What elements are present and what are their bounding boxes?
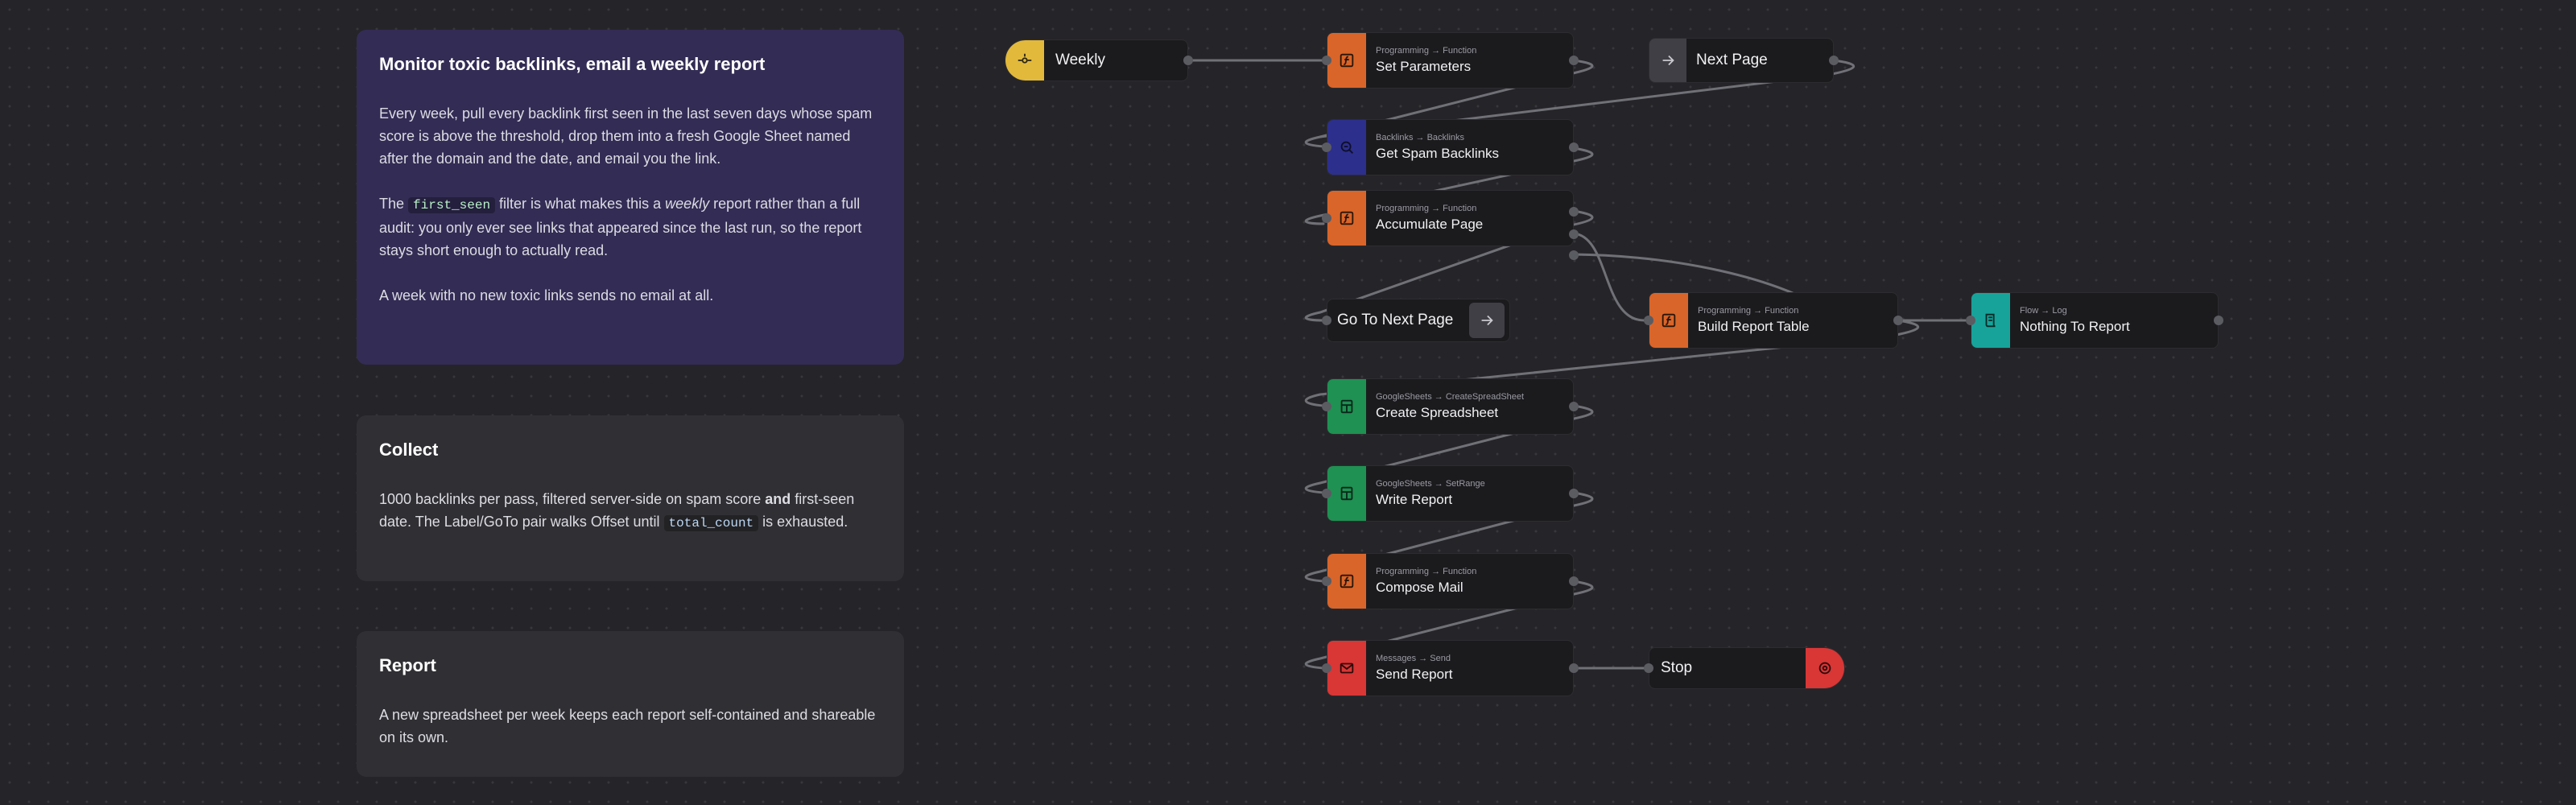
node-accumulate-page-output-port-2[interactable] xyxy=(1569,229,1579,239)
intro-note[interactable]: Monitor toxic backlinks, email a weekly … xyxy=(357,30,904,365)
node-send-report-subtitle: Messages → Send xyxy=(1376,654,1451,663)
node-go-to-next-page[interactable]: Go To Next Page xyxy=(1322,299,1510,342)
function-icon xyxy=(1327,33,1366,88)
arrow-right-icon xyxy=(1469,303,1505,338)
collect-note-paragraph: 1000 backlinks per pass, filtered server… xyxy=(379,491,855,531)
node-set-parameters[interactable]: Programming → Function Set Parameters xyxy=(1322,32,1579,89)
node-create-spreadsheet-output-port[interactable] xyxy=(1569,402,1579,411)
trigger-icon xyxy=(1005,40,1044,80)
node-accumulate-page-subtitle: Programming → Function xyxy=(1376,204,1477,213)
node-stop-title: Stop xyxy=(1661,659,1693,676)
node-accumulate-page-input-port[interactable] xyxy=(1322,213,1331,223)
node-create-spreadsheet-input-port[interactable] xyxy=(1322,402,1331,411)
node-compose-mail-title: Compose Mail xyxy=(1376,580,1463,595)
node-nothing-to-report-output-port[interactable] xyxy=(2214,316,2223,325)
node-get-spam-backlinks-title: Get Spam Backlinks xyxy=(1376,146,1500,161)
report-note[interactable]: Report A new spreadsheet per week keeps … xyxy=(357,631,904,777)
node-send-report[interactable]: Messages → Send Send Report xyxy=(1322,640,1579,696)
node-get-spam-backlinks-subtitle: Backlinks → Backlinks xyxy=(1376,133,1465,142)
node-nothing-to-report-subtitle: Flow → Log xyxy=(2020,306,2067,316)
node-nothing-to-report-title: Nothing To Report xyxy=(2020,319,2130,334)
node-send-report-title: Send Report xyxy=(1376,667,1453,682)
node-build-report-table-input-port[interactable] xyxy=(1644,316,1653,325)
log-scroll-icon xyxy=(1971,293,2010,348)
node-weekly-title: Weekly xyxy=(1055,52,1105,68)
report-note-title: Report xyxy=(379,655,436,675)
node-accumulate-page-title: Accumulate Page xyxy=(1376,217,1484,232)
function-icon xyxy=(1327,554,1366,609)
wire-accumulate-page-build-report-table xyxy=(1572,232,1647,322)
node-nothing-to-report-input-port[interactable] xyxy=(1966,316,1975,325)
node-go-to-next-page-input-port[interactable] xyxy=(1322,316,1331,325)
node-send-report-output-port[interactable] xyxy=(1569,663,1579,673)
node-go-to-next-page-title: Go To Next Page xyxy=(1337,312,1454,328)
report-note-paragraph: A new spreadsheet per week keeps each re… xyxy=(379,707,876,745)
node-create-spreadsheet-subtitle: GoogleSheets → CreateSpreadSheet xyxy=(1376,392,1525,402)
intro-note-paragraph-1: Every week, pull every backlink first se… xyxy=(379,105,873,167)
node-set-parameters-input-port[interactable] xyxy=(1322,56,1331,65)
node-stop-input-port[interactable] xyxy=(1644,663,1653,673)
node-send-report-input-port[interactable] xyxy=(1322,663,1331,673)
node-write-report[interactable]: GoogleSheets → SetRange Write Report xyxy=(1322,465,1579,522)
node-weekly[interactable]: Weekly xyxy=(1005,39,1193,81)
node-next-page-title: Next Page xyxy=(1696,52,1768,68)
node-compose-mail[interactable]: Programming → Function Compose Mail xyxy=(1322,553,1579,609)
search-link-icon xyxy=(1327,120,1366,175)
node-weekly-output-port[interactable] xyxy=(1183,56,1193,65)
node-build-report-table-subtitle: Programming → Function xyxy=(1698,306,1799,316)
workflow-canvas[interactable]: Monitor toxic backlinks, email a weekly … xyxy=(0,0,2576,805)
node-set-parameters-output-port[interactable] xyxy=(1569,56,1579,65)
node-create-spreadsheet[interactable]: GoogleSheets → CreateSpreadSheet Create S… xyxy=(1322,378,1579,435)
node-get-spam-backlinks-output-port[interactable] xyxy=(1569,142,1579,152)
intro-note-paragraph-3: A week with no new toxic links sends no … xyxy=(379,287,714,303)
node-compose-mail-output-port[interactable] xyxy=(1569,576,1579,586)
function-icon xyxy=(1327,191,1366,246)
node-write-report-input-port[interactable] xyxy=(1322,489,1331,498)
sheet-icon xyxy=(1327,379,1366,434)
stop-icon xyxy=(1806,648,1844,688)
collect-note[interactable]: Collect 1000 backlinks per pass, filtere… xyxy=(357,415,904,581)
collect-note-title: Collect xyxy=(379,440,439,460)
node-compose-mail-input-port[interactable] xyxy=(1322,576,1331,586)
node-set-parameters-title: Set Parameters xyxy=(1376,59,1472,74)
intro-note-title: Monitor toxic backlinks, email a weekly … xyxy=(379,54,766,74)
function-icon xyxy=(1649,293,1688,348)
node-compose-mail-subtitle: Programming → Function xyxy=(1376,567,1477,576)
mail-icon xyxy=(1327,641,1366,696)
node-build-report-table[interactable]: Programming → Function Build Report Table xyxy=(1644,292,1903,349)
node-accumulate-page[interactable]: Programming → Function Accumulate Page xyxy=(1322,190,1579,260)
total-count-code: total_count xyxy=(663,515,759,531)
intro-note-paragraph-2: The first_seen filter is what makes this… xyxy=(379,196,862,258)
node-next-page-output-port[interactable] xyxy=(1829,56,1839,65)
node-build-report-table-title: Build Report Table xyxy=(1698,319,1810,334)
node-set-parameters-subtitle: Programming → Function xyxy=(1376,46,1477,56)
wire-accumulate-page-to-build-report-table-2 xyxy=(1572,253,1805,299)
node-get-spam-backlinks[interactable]: Backlinks → Backlinks Get Spam Backlinks xyxy=(1322,119,1579,175)
sheet-icon xyxy=(1327,466,1366,521)
node-write-report-title: Write Report xyxy=(1376,492,1453,507)
node-write-report-subtitle: GoogleSheets → SetRange xyxy=(1376,479,1485,489)
node-write-report-output-port[interactable] xyxy=(1569,489,1579,498)
node-accumulate-page-output-port-1[interactable] xyxy=(1569,207,1579,217)
arrow-right-icon xyxy=(1649,39,1686,82)
node-create-spreadsheet-title: Create Spreadsheet xyxy=(1376,405,1499,420)
node-stop[interactable]: Stop xyxy=(1644,647,1845,689)
node-next-page[interactable]: Next Page xyxy=(1649,38,1839,83)
node-build-report-table-output-port[interactable] xyxy=(1893,316,1903,325)
node-get-spam-backlinks-input-port[interactable] xyxy=(1322,142,1331,152)
node-nothing-to-report[interactable]: Flow → Log Nothing To Report xyxy=(1966,292,2223,349)
node-accumulate-page-output-port-3[interactable] xyxy=(1569,250,1579,260)
first-seen-code: first_seen xyxy=(408,197,496,213)
